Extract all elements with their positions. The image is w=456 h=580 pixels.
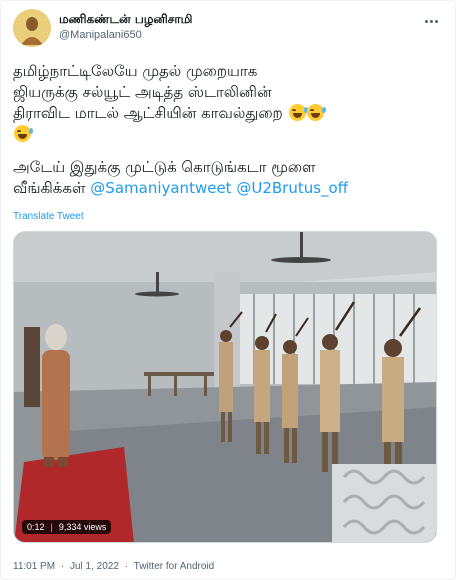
translate-tweet-link[interactable]: Translate Tweet (13, 211, 84, 222)
tweet-date[interactable]: Jul 1, 2022 (70, 561, 119, 572)
meta-separator: · (60, 561, 65, 572)
video-stats-badge: 0:12 | 9,334 views (22, 520, 112, 534)
tweet-text: தமிழ்நாட்டிலேயே முதல் முறையாக ஜியருக்கு … (13, 61, 443, 199)
author-handle[interactable]: @Manipalani650 (59, 27, 192, 43)
video-player[interactable]: 0:12 | 9,334 views (13, 231, 437, 543)
tweet-card: மணிகண்டன் பழனிசாமி @Manipalani650 தமிழ்ந… (0, 0, 456, 580)
mention-link[interactable]: @U2Brutus_off (236, 179, 348, 197)
laughing-emoji-icon (288, 104, 308, 121)
more-dot-icon (429, 19, 433, 23)
video-frame-image (14, 232, 436, 542)
tweet-time[interactable]: 11:01 PM (13, 561, 55, 572)
tweet-line: திராவிட மாடல் ஆட்சியின் காவல்துறை (13, 103, 443, 124)
video-views: 9,334 views (58, 522, 107, 532)
author-display-name[interactable]: மணிகண்டன் பழனிசாமி (59, 11, 192, 27)
more-options-button[interactable] (421, 11, 441, 31)
mention-link[interactable]: @Samaniyantweet (90, 179, 231, 197)
laughing-emoji-icon (306, 104, 326, 121)
tweet-meta: 11:01 PM · Jul 1, 2022 · Twitter for And… (13, 561, 214, 572)
badge-separator: | (50, 522, 53, 532)
avatar[interactable] (13, 9, 51, 47)
tweet-line-text: திராவிட மாடல் ஆட்சியின் காவல்துறை (13, 104, 283, 122)
author-names: மணிகண்டன் பழனிசாமி @Manipalani650 (59, 11, 192, 43)
video-duration: 0:12 (27, 522, 45, 532)
more-dot-icon (424, 19, 428, 23)
tweet-header: மணிகண்டன் பழனிசாமி @Manipalani650 (13, 9, 443, 49)
tweet-line-text: வீங்கிக்கள் (13, 179, 86, 197)
laughing-emoji-icon (14, 125, 33, 142)
tweet-line: ஜியருக்கு சல்யூட் அடித்த ஸ்டாலினின் (13, 83, 272, 101)
more-dot-icon (434, 19, 438, 23)
tweet-line (13, 124, 443, 145)
avatar-portrait-icon (13, 9, 51, 47)
tweet-line: அடேய் இதுக்கு முட்டுக் கொடுங்கடா மூளை (13, 158, 316, 176)
tweet-source-link[interactable]: Twitter for Android (134, 561, 215, 572)
meta-separator: · (124, 561, 129, 572)
tweet-line: வீங்கிக்கள் @Samaniyantweet @U2Brutus_of… (13, 178, 443, 199)
tweet-line: தமிழ்நாட்டிலேயே முதல் முறையாக (13, 62, 258, 80)
